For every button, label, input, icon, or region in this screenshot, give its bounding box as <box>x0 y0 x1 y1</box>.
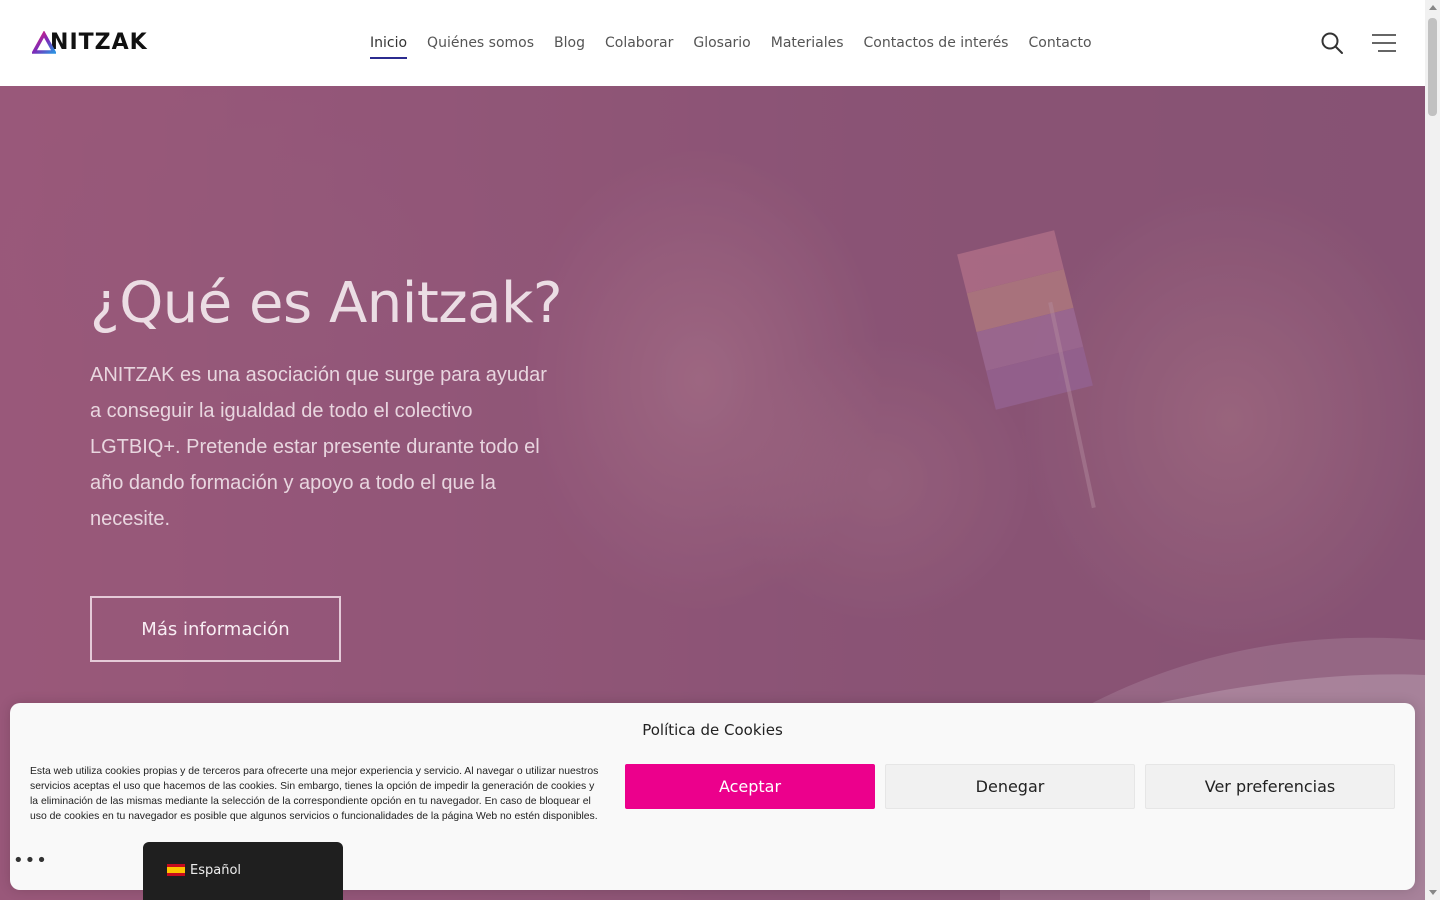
accept-cookies-button[interactable]: Aceptar <box>625 764 875 809</box>
nav-item-materiales[interactable]: Materiales <box>771 32 844 54</box>
search-icon[interactable] <box>1320 31 1344 55</box>
cookie-preferences-button[interactable]: Ver preferencias <box>1145 764 1395 809</box>
nav-item-colaborar[interactable]: Colaborar <box>605 32 673 54</box>
more-options-icon[interactable]: ••• <box>13 851 48 871</box>
site-logo[interactable]: ANITZAK <box>32 31 154 55</box>
language-switcher[interactable]: Español <box>143 842 343 900</box>
deny-cookies-button[interactable]: Denegar <box>885 764 1135 809</box>
nav-item-quienes-somos[interactable]: Quiénes somos <box>427 32 534 54</box>
main-nav: Inicio Quiénes somos Blog Colaborar Glos… <box>370 32 1112 59</box>
nav-item-contactos-de-interes[interactable]: Contactos de interés <box>864 32 1009 54</box>
language-label: Español <box>190 862 242 878</box>
nav-item-inicio[interactable]: Inicio <box>370 32 408 59</box>
page-scrollbar[interactable] <box>1425 0 1440 900</box>
scrollbar-thumb[interactable] <box>1428 18 1437 116</box>
hamburger-menu-icon[interactable] <box>1372 33 1396 53</box>
cookie-banner-title: Política de Cookies <box>642 721 783 739</box>
scroll-up-arrow-icon[interactable] <box>1429 5 1437 10</box>
scroll-down-arrow-icon[interactable] <box>1429 890 1437 895</box>
logo-triangle-icon <box>32 31 56 54</box>
site-header: ANITZAK Inicio Quiénes somos Blog Colabo… <box>0 0 1425 86</box>
logo-wordmark: NITZAK <box>50 30 148 55</box>
nav-item-contacto[interactable]: Contacto <box>1028 32 1091 54</box>
cookie-banner-text: Esta web utiliza cookies propias y de te… <box>30 766 599 822</box>
nav-item-glosario[interactable]: Glosario <box>693 32 750 54</box>
spain-flag-icon <box>167 864 185 876</box>
nav-item-blog[interactable]: Blog <box>554 32 585 54</box>
